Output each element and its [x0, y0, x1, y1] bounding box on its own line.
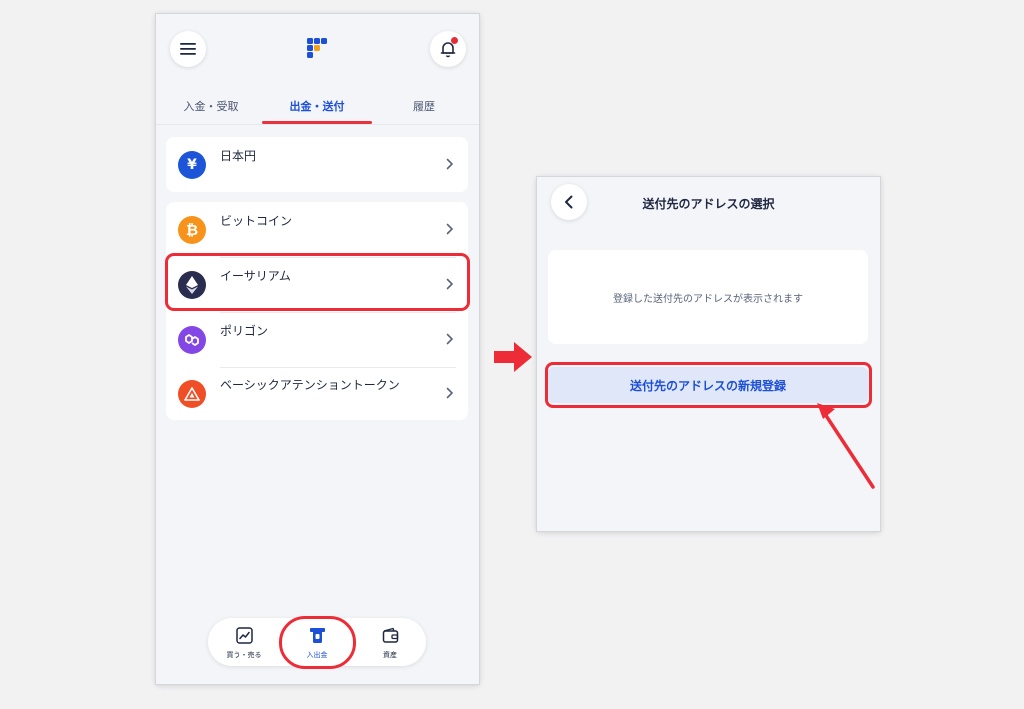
list-item-polygon[interactable]: ポリゴン: [166, 312, 468, 367]
nav-assets[interactable]: 資産: [360, 618, 420, 666]
polygon-icon: [178, 326, 206, 354]
list-item-label: ビットコイン: [220, 214, 293, 228]
tab-deposit-receive[interactable]: 入金・受取: [156, 98, 266, 114]
tab-bar: 入金・受取 出金・送付 履歴: [156, 94, 479, 126]
app-logo: [307, 38, 328, 59]
tab-history[interactable]: 履歴: [369, 98, 479, 114]
crypto-list: ₿ ビットコイン イーサリアム ポリゴン ベーシックアテンショントークン: [166, 202, 468, 420]
bat-icon: [178, 380, 206, 408]
nav-label: 資産: [383, 651, 397, 659]
menu-button[interactable]: [170, 31, 206, 67]
right-arrow-icon: [494, 342, 532, 372]
fiat-list: ¥ 日本円: [166, 137, 468, 192]
yen-icon: ¥: [178, 151, 206, 179]
page-title: 送付先のアドレスの選択: [642, 197, 775, 211]
notification-badge: [451, 37, 458, 44]
address-select-screen: 送付先のアドレスの選択 登録した送付先のアドレスが表示されます 送付先のアドレス…: [537, 177, 880, 531]
ethereum-highlight-box: [165, 253, 470, 311]
address-list-empty: 登録した送付先のアドレスが表示されます: [548, 250, 868, 344]
notification-button[interactable]: [430, 31, 466, 67]
list-item-label: ポリゴン: [220, 324, 269, 338]
list-item-label: 日本円: [220, 149, 257, 163]
nav-buy-sell[interactable]: 買う・売る: [214, 618, 274, 666]
wallet-icon: [382, 627, 399, 643]
chart-icon: [236, 627, 253, 644]
chevron-right-icon: [446, 158, 454, 170]
list-item-bitcoin[interactable]: ₿ ビットコイン: [166, 202, 468, 257]
hamburger-icon: [180, 43, 196, 55]
nav-label: 買う・売る: [226, 651, 262, 659]
list-item-jpy[interactable]: ¥ 日本円: [166, 137, 468, 192]
tab-withdraw-send[interactable]: 出金・送付: [262, 98, 372, 114]
list-item-bat[interactable]: ベーシックアテンショントークン: [166, 366, 468, 421]
pointer-arrow-icon: [817, 403, 875, 489]
chevron-right-icon: [446, 387, 454, 399]
bitcoin-icon: ₿: [178, 216, 206, 244]
withdraw-screen: 入金・受取 出金・送付 履歴 ¥ 日本円 ₿ ビットコイン イーサリアム ポリゴ…: [156, 14, 479, 684]
chevron-right-icon: [446, 333, 454, 345]
empty-state-message: 登録した送付先のアドレスが表示されます: [613, 294, 803, 305]
chevron-right-icon: [446, 223, 454, 235]
list-item-label: ベーシックアテンショントークン: [220, 378, 400, 392]
nav-highlight-box: [279, 616, 356, 669]
